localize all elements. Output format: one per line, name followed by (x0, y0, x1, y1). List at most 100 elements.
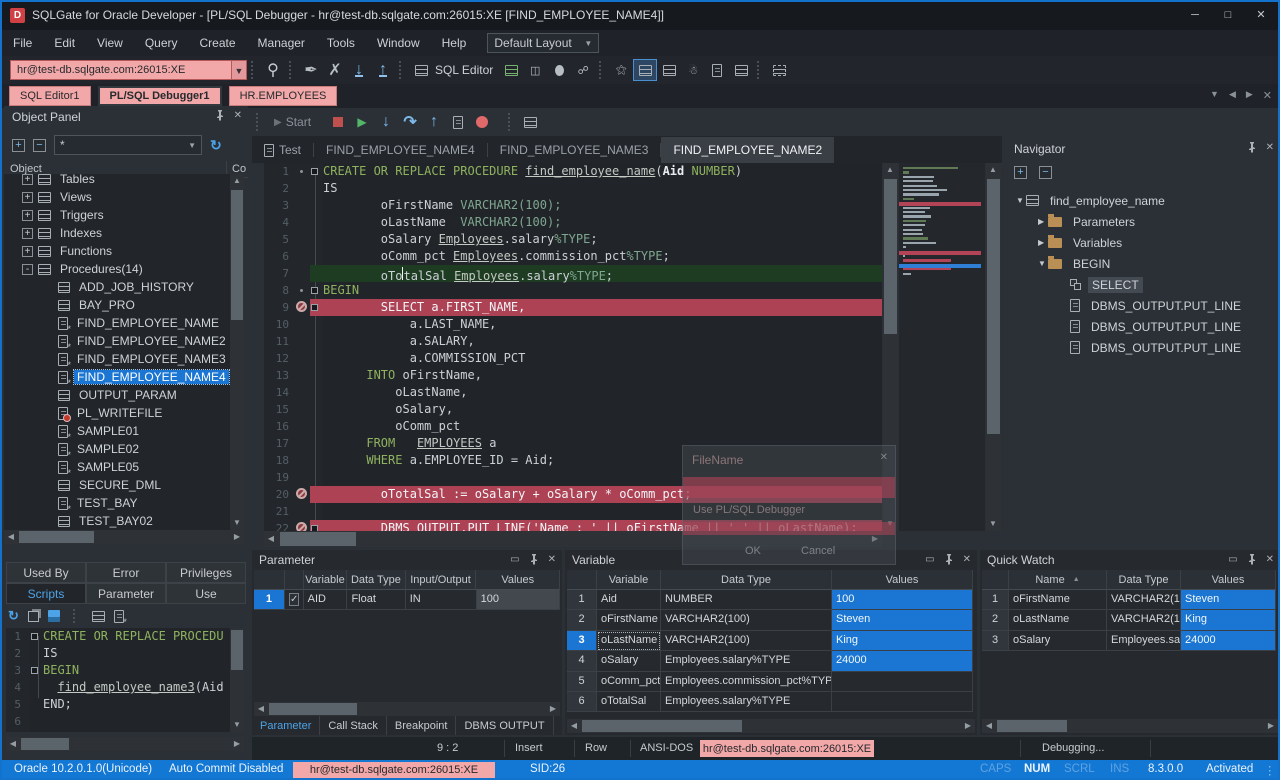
code-line[interactable]: 3BEGIN (6, 662, 230, 679)
fold-marker-icon[interactable] (311, 168, 318, 175)
code-line[interactable]: 12 a.COMMISSION_PCT (264, 350, 882, 367)
cell[interactable]: Steven (832, 610, 973, 630)
cell[interactable]: VARCHAR2(100) (661, 610, 832, 630)
cell[interactable]: Employees.sala (1107, 631, 1181, 651)
er-diagram-icon[interactable]: ☍ (572, 60, 594, 80)
scroll-tabs-right-icon[interactable]: ▶ (1246, 89, 1253, 102)
code-line[interactable]: 15 oSalary, (264, 401, 882, 418)
row-number[interactable]: 1 (567, 590, 597, 610)
doc-tab-pl-sql-debugger1[interactable]: PL/SQL Debugger1 (98, 86, 222, 106)
code-line[interactable]: 1CREATE OR REPLACE PROCEDU (6, 628, 230, 645)
minimize-button[interactable]: ─ (1180, 3, 1210, 27)
refresh-icon[interactable]: ↻ (8, 608, 19, 624)
code-line[interactable]: 1CREATE OR REPLACE PROCEDURE find_employ… (264, 163, 882, 180)
rollback-icon[interactable]: ✗ (324, 60, 346, 80)
close-panel-icon[interactable]: ✕ (1266, 554, 1274, 565)
connection-combo-arrow-icon[interactable]: ▼ (232, 60, 247, 80)
object-tree-item[interactable]: -Procedures(14) (4, 260, 230, 278)
object-tree-item[interactable]: TEST_BAY (4, 494, 230, 512)
sql-editor-button[interactable]: SQL Editor (435, 63, 493, 77)
cell[interactable]: oSalary (1009, 631, 1107, 651)
navigator-item[interactable]: DBMS_OUTPUT.PUT_LINE (1060, 295, 1245, 316)
start-icon[interactable]: ▶ (274, 117, 282, 128)
code-line[interactable]: 9 SELECT a.FIRST_NAME, (264, 299, 882, 316)
tab-scripts[interactable]: Scripts (6, 583, 86, 604)
cell[interactable]: oFirstName (1009, 590, 1107, 610)
parameter-hscrollbar[interactable]: ◀ ▶ (254, 702, 560, 716)
menu-item-window[interactable]: Window (366, 36, 431, 50)
object-tree-item[interactable]: SECURE_DML (4, 476, 230, 494)
fold-marker-icon[interactable] (31, 633, 38, 640)
row-number[interactable]: 1 (254, 590, 285, 610)
close-panel-icon[interactable]: ✕ (234, 110, 242, 121)
object-tree-item[interactable]: PL_WRITEFILE (4, 404, 230, 422)
toggle-breakpoint-icon[interactable] (471, 112, 493, 132)
expand-toggle-icon[interactable]: + (22, 192, 33, 203)
cell[interactable]: Employees.salary%TYPE (661, 692, 832, 712)
start-button[interactable]: Start (286, 115, 311, 129)
cell[interactable]: Aid (597, 590, 661, 610)
object-tree-hscrollbar[interactable]: ◀ ▶ (4, 530, 244, 544)
collapse-all-icon[interactable]: − (33, 139, 46, 152)
collapse-all-icon[interactable]: − (1039, 166, 1052, 179)
menu-item-create[interactable]: Create (189, 36, 247, 50)
code-line[interactable]: 3 oFirstName VARCHAR2(100); (264, 197, 882, 214)
cell[interactable]: Float (347, 590, 405, 610)
expand-toggle-icon[interactable]: - (22, 264, 33, 275)
close-tab-icon[interactable]: ✕ (1263, 89, 1272, 102)
maximize-button[interactable]: □ (1213, 3, 1243, 27)
navigator-item[interactable]: DBMS_OUTPUT.PUT_LINE (1060, 316, 1245, 337)
tab-call-stack[interactable]: Call Stack (320, 716, 387, 735)
object-tree-item[interactable]: +Tables (4, 174, 230, 188)
navigator-item[interactable]: ▼find_employee_name (1016, 190, 1169, 211)
cell[interactable]: 24000 (1181, 631, 1276, 651)
object-tree-icon[interactable]: ⚝ (610, 60, 632, 80)
fold-marker-icon[interactable] (31, 667, 38, 674)
run-to-cursor-icon[interactable] (447, 112, 469, 132)
menu-item-help[interactable]: Help (431, 36, 478, 50)
menu-item-file[interactable]: File (2, 36, 43, 50)
tab-list-dropdown-icon[interactable]: ▼ (1210, 89, 1219, 102)
code-line[interactable]: 14 oLastName, (264, 384, 882, 401)
close-panel-icon[interactable]: ✕ (1266, 142, 1274, 153)
code-line[interactable]: 6 oComm_pct Employees.commission_pct%TYP… (264, 248, 882, 265)
cell[interactable] (832, 672, 973, 692)
cell[interactable]: King (1181, 610, 1276, 630)
cell[interactable]: IN (406, 590, 477, 610)
schema-browser-icon[interactable]: ◫ (524, 60, 546, 80)
tab-used-by[interactable]: Used By (6, 562, 86, 583)
code-line[interactable]: 11 a.SALARY, (264, 333, 882, 350)
navigator-item[interactable]: ▼BEGIN (1038, 253, 1114, 274)
editor-tab-find-employee-name2[interactable]: FIND_EMPLOYEE_NAME2 (661, 137, 834, 163)
quickwatch-hscrollbar[interactable]: ◀ ▶ (982, 719, 1278, 733)
object-tree-item[interactable]: FIND_EMPLOYEE_NAME2 (4, 332, 230, 350)
object-tree-item[interactable]: FIND_EMPLOYEE_NAME4 (4, 368, 230, 386)
expand-all-icon[interactable]: + (1014, 166, 1027, 179)
pin-icon[interactable] (944, 554, 954, 565)
row-number[interactable]: 4 (567, 651, 597, 671)
navigator-item[interactable]: DBMS_OUTPUT.PUT_LINE (1060, 337, 1245, 358)
object-tree-item[interactable]: SAMPLE05 (4, 458, 230, 476)
object-tree-item[interactable]: +Triggers (4, 206, 230, 224)
cell[interactable]: 100 (477, 590, 560, 610)
minimap-vscrollbar[interactable]: ▲ ▼ (986, 163, 1001, 531)
maximize-panel-icon[interactable]: ▭ (925, 554, 934, 565)
object-tree-item[interactable]: ADD_JOB_HISTORY (4, 278, 230, 296)
copy-icon[interactable] (28, 611, 39, 622)
cell[interactable]: Steven (1181, 590, 1276, 610)
maximize-panel-icon[interactable]: ▭ (510, 554, 519, 565)
object-tree-item[interactable]: +Functions (4, 242, 230, 260)
tab-dbms-output[interactable]: DBMS OUTPUT (456, 716, 553, 735)
cell[interactable]: VARCHAR2(10 (1107, 590, 1181, 610)
row-number[interactable]: 6 (567, 692, 597, 712)
navigator-item[interactable]: ▶Parameters (1038, 211, 1139, 232)
object-tree-item[interactable]: FIND_EMPLOYEE_NAME3 (4, 350, 230, 368)
code-line[interactable]: 8BEGIN (264, 282, 882, 299)
expand-toggle-icon[interactable]: + (22, 210, 33, 221)
scripts-vscrollbar[interactable]: ▼ (230, 628, 244, 732)
pin-icon[interactable] (1247, 142, 1257, 153)
code-line[interactable]: 7 oTotalSal Employees.salary%TYPE; (264, 265, 882, 282)
object-tree-item[interactable]: SAMPLE01 (4, 422, 230, 440)
pin-icon[interactable] (529, 554, 539, 565)
chevron-expanded-icon[interactable]: ▼ (1016, 196, 1026, 205)
